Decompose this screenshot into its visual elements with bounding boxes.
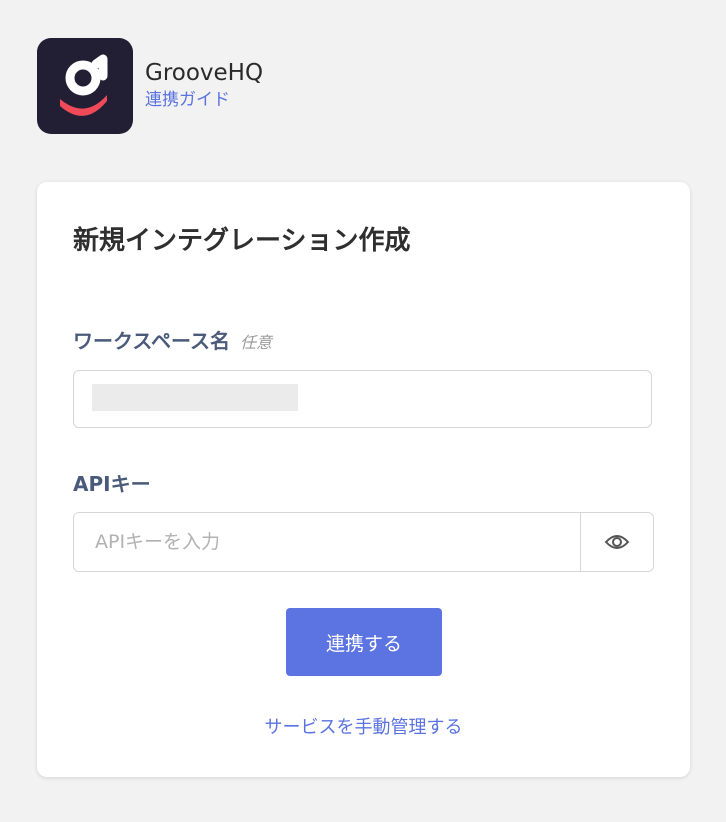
optional-tag: 任意	[240, 333, 273, 352]
workspace-name-input[interactable]	[73, 370, 652, 428]
masked-workspace-value	[92, 384, 298, 411]
api-key-group	[73, 512, 654, 572]
api-key-label: APIキー	[73, 468, 151, 497]
app-header: GrooveHQ 連携ガイド	[37, 38, 263, 134]
groove-logo-icon	[37, 38, 133, 134]
eye-icon	[604, 533, 630, 551]
integration-form-card: 新規インテグレーション作成 ワークスペース名 任意 APIキー 連携する サービ…	[37, 182, 690, 777]
connect-button[interactable]: 連携する	[286, 608, 442, 676]
app-meta: GrooveHQ 連携ガイド	[145, 58, 263, 112]
api-key-label-text: APIキー	[73, 472, 151, 496]
manual-manage-link[interactable]: サービスを手動管理する	[37, 713, 690, 739]
toggle-visibility-button[interactable]	[580, 513, 653, 571]
form-title: 新規インテグレーション作成	[73, 226, 411, 256]
workspace-name-label-text: ワークスペース名	[73, 329, 230, 353]
app-name: GrooveHQ	[145, 60, 264, 86]
integration-guide-link[interactable]: 連携ガイド	[145, 88, 230, 112]
workspace-name-label: ワークスペース名 任意	[73, 325, 272, 354]
api-key-input[interactable]	[74, 513, 580, 571]
